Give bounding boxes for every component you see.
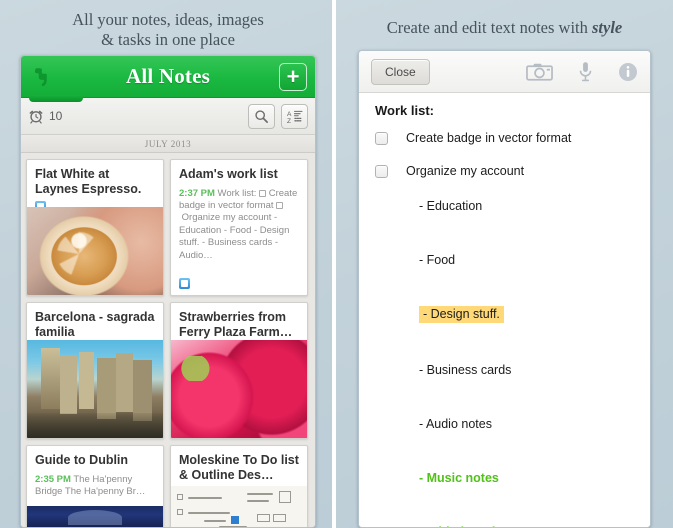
note-thumbnail	[171, 486, 307, 527]
todo-label: Organize my account	[406, 164, 525, 178]
note-card[interactable]: Flat White at Laynes Espresso.	[26, 159, 164, 296]
note-time: 2:35 PM	[35, 473, 71, 485]
note-thumbnail	[27, 506, 163, 527]
right-caption: Create and edit text notes with style	[336, 0, 673, 38]
screenshot-stage: All your notes, ideas, images & tasks in…	[0, 0, 673, 528]
sub-item-label-green: - Whiteboard	[419, 525, 495, 527]
left-caption-line2: & tasks in one place	[101, 29, 235, 49]
sub-item-label: - Education	[419, 199, 483, 213]
app-title: All Notes	[125, 64, 211, 88]
sub-item-row: - Music notes	[375, 469, 634, 504]
note-title: Moleskine To Do list & Outline Des…	[179, 453, 299, 482]
note-snippet-p3: Organize my account - Education - Food -…	[179, 212, 290, 261]
note-editor-device: Close Work list: Create badge in vector …	[358, 50, 651, 528]
sub-item-row: - Audio notes	[375, 415, 634, 450]
inline-checkbox-icon	[276, 201, 284, 209]
right-caption-emphasis: style	[592, 18, 623, 37]
sub-item-row: - Whiteboard	[375, 523, 634, 527]
note-card[interactable]: Moleskine To Do list & Outline Des…	[170, 445, 308, 527]
date-section-header: JULY 2013	[21, 135, 315, 153]
microphone-icon	[579, 62, 592, 82]
note-title: Barcelona - sagrada familia	[35, 310, 155, 339]
close-button[interactable]: Close	[371, 58, 430, 85]
notes-grid: Flat White at Laynes Espresso. Adam's wo…	[21, 153, 315, 527]
sub-item-row: - Business cards	[375, 361, 634, 396]
info-icon	[619, 62, 637, 81]
search-button[interactable]	[248, 103, 275, 129]
sub-item-label-highlighted: - Design stuff.	[419, 306, 504, 323]
sub-item-row: - Food	[375, 251, 634, 286]
sub-item-label: - Food	[419, 253, 456, 267]
left-caption-line1: All your notes, ideas, images	[72, 10, 264, 29]
note-thumbnail	[27, 207, 163, 295]
left-panel: All your notes, ideas, images & tasks in…	[0, 0, 336, 528]
sub-item-label: - Business cards	[419, 363, 512, 377]
note-title: Strawberries from Ferry Plaza Farm…	[179, 310, 293, 339]
right-panel: Create and edit text notes with style Cl…	[336, 0, 673, 528]
sub-item-label-green: - Music notes	[419, 471, 499, 485]
reminders-control[interactable]: 10	[28, 108, 62, 124]
notebook-tab-notch	[29, 95, 83, 102]
sub-item-row: - Education	[375, 197, 634, 232]
note-title: Guide to Dublin	[35, 453, 129, 467]
sub-item-label: - Audio notes	[419, 417, 492, 431]
note-snippet-p1: Work list:	[217, 187, 260, 199]
note-card[interactable]: Guide to Dublin 2:35 PM The Ha'penny Bri…	[26, 445, 164, 527]
attachment-badge-icon	[179, 278, 190, 289]
note-thumbnail	[27, 340, 163, 438]
note-card[interactable]: Barcelona - sagrada familia	[26, 302, 164, 439]
note-card[interactable]: Strawberries from Ferry Plaza Farm…	[170, 302, 308, 439]
alarm-clock-icon	[29, 110, 43, 124]
note-thumbnail	[171, 340, 307, 438]
todo-row[interactable]: Organize my account	[375, 164, 634, 178]
svg-text:Z: Z	[287, 118, 291, 124]
note-snippet: 2:35 PM The Ha'penny Bridge The Ha'penny…	[27, 470, 163, 499]
reminder-count: 10	[49, 109, 63, 123]
note-snippet: 2:37 PM Work list: Create badge in vecto…	[171, 184, 307, 262]
search-icon	[255, 109, 268, 123]
note-editor-body[interactable]: Work list: Create badge in vector format…	[359, 93, 650, 527]
sort-az-icon: A Z	[287, 110, 303, 124]
app-header: All Notes +	[21, 56, 315, 102]
camera-icon	[526, 63, 553, 81]
sort-button[interactable]: A Z	[281, 103, 308, 129]
todo-checkbox[interactable]	[375, 164, 388, 178]
new-note-button[interactable]: +	[279, 62, 307, 91]
note-card[interactable]: Adam's work list 2:37 PM Work list: Crea…	[170, 159, 308, 296]
left-caption: All your notes, ideas, images & tasks in…	[0, 0, 336, 49]
note-info-button[interactable]	[618, 62, 638, 82]
sub-item-row: - Design stuff.	[375, 305, 634, 342]
note-heading: Work list:	[375, 103, 434, 118]
note-title: Adam's work list	[179, 167, 278, 181]
editor-toolbar: Close	[359, 51, 650, 93]
todo-row[interactable]: Create badge in vector format	[375, 131, 634, 145]
notes-list-device: All Notes + 10 A Z JULY 2013 Flat White …	[20, 55, 316, 528]
right-caption-text: Create and edit text notes with	[386, 18, 593, 37]
svg-text:A: A	[287, 111, 292, 118]
note-title: Flat White at Laynes Espresso.	[35, 167, 142, 196]
todo-label: Create badge in vector format	[406, 131, 572, 145]
audio-record-button[interactable]	[579, 61, 592, 82]
list-toolbar: 10 A Z	[21, 98, 315, 135]
note-time: 2:37 PM	[179, 187, 215, 199]
camera-button[interactable]	[526, 62, 553, 82]
todo-checkbox[interactable]	[375, 131, 388, 145]
